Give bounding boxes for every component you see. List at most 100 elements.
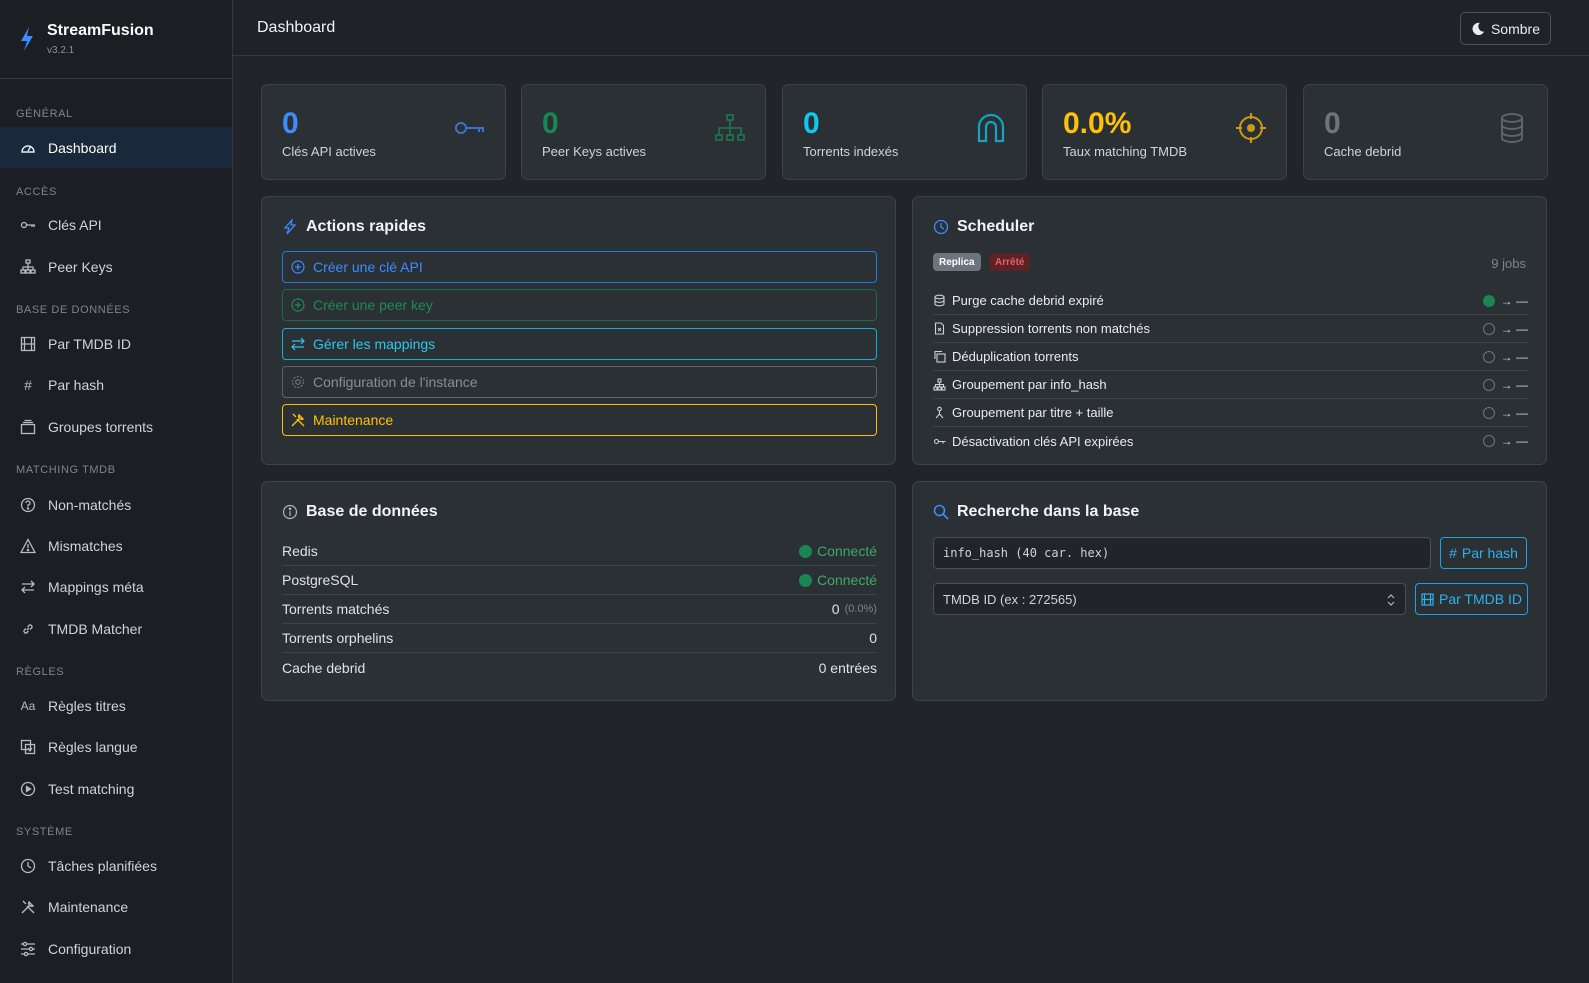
job-row[interactable]: Purge cache debrid expiré → — <box>933 287 1528 315</box>
sidebar-item-test-matching[interactable]: Test matching <box>0 768 232 809</box>
scheduler-title: Scheduler <box>933 218 1034 236</box>
db-row-label: Redis <box>282 543 318 559</box>
sidebar-item-label: Non-matchés <box>48 496 132 513</box>
brand[interactable]: StreamFusion v3.2.1 <box>0 0 232 79</box>
sidebar-item-regles-langue[interactable]: Règles langue <box>0 726 232 767</box>
instance-config-label: Configuration de l'instance <box>313 374 478 390</box>
search-title-text: Recherche dans la base <box>957 503 1140 520</box>
sidebar-item-label: Règles titres <box>48 697 126 714</box>
sidebar-item-maintenance[interactable]: Maintenance <box>0 886 232 927</box>
create-api-key-button[interactable]: Créer une clé API <box>282 251 877 283</box>
sidebar-item-peer-keys[interactable]: Peer Keys <box>0 246 232 287</box>
sidebar-item-regles-titres[interactable]: Aa Règles titres <box>0 685 232 726</box>
sidebar-item-label: Test matching <box>48 780 135 797</box>
dash-circle-icon <box>1482 322 1495 335</box>
job-status: → — <box>1482 293 1528 308</box>
question-circle-icon <box>20 497 36 513</box>
theme-toggle-button[interactable]: Sombre <box>1459 12 1551 45</box>
job-status: → — <box>1482 349 1528 364</box>
matched-count: 0 <box>831 601 840 617</box>
job-name: Groupement par titre + taille <box>952 405 1114 420</box>
sidebar-item-configuration[interactable]: Configuration <box>0 928 232 969</box>
db-row-value: 0 <box>869 630 877 646</box>
job-row[interactable]: Groupement par info_hash → — <box>933 371 1528 399</box>
sidebar-item-dashboard[interactable]: Dashboard <box>0 127 232 168</box>
stat-card-cache: 0 Cache debrid <box>1303 84 1548 180</box>
sidebar-item-taches[interactable]: Tâches planifiées <box>0 845 232 886</box>
plus-circle-icon <box>291 260 305 274</box>
warning-icon <box>20 537 36 554</box>
section-acces: ACCÈS <box>16 186 57 198</box>
job-row[interactable]: Déduplication torrents → — <box>933 343 1528 371</box>
job-next-run: → — <box>1500 349 1528 364</box>
hash-search-input[interactable]: info_hash (40 car. hex) <box>933 537 1431 569</box>
key-icon <box>20 217 36 233</box>
sidebar-item-mappings[interactable]: Mappings méta <box>0 566 232 607</box>
job-status: → — <box>1482 322 1528 336</box>
db-row-label: Torrents orphelins <box>282 630 394 646</box>
search-by-hash-button[interactable]: # Par hash <box>1440 537 1527 569</box>
file-x-icon <box>933 322 946 335</box>
stat-label: Torrents indexés <box>803 144 899 159</box>
sidebar-item-non-matches[interactable]: Non-matchés <box>0 484 232 525</box>
job-row[interactable]: Désactivation clés API expirées → — <box>933 427 1528 455</box>
manage-mappings-button[interactable]: Gérer les mappings <box>282 328 877 360</box>
film-icon <box>20 336 36 352</box>
dash-circle-icon <box>1482 378 1495 391</box>
sidebar-item-cles-api[interactable]: Clés API <box>0 204 232 245</box>
sidebar-item-label: Tâches planifiées <box>48 857 157 874</box>
job-next-run: → — <box>1500 293 1528 308</box>
scheduler-panel: Scheduler Replica Arrêté 9 jobs Purge ca… <box>912 196 1547 465</box>
instance-config-button[interactable]: Configuration de l'instance <box>282 366 877 398</box>
sidebar-item-mismatches[interactable]: Mismatches <box>0 525 232 566</box>
stat-value: 0 <box>542 107 559 140</box>
stat-label: Taux matching TMDB <box>1063 144 1188 159</box>
spinner-arrows-icon[interactable] <box>1387 593 1395 607</box>
sidebar-item-par-hash[interactable]: # Par hash <box>0 364 232 405</box>
network-icon <box>20 258 36 275</box>
search-by-tmdb-button[interactable]: Par TMDB ID <box>1415 583 1528 615</box>
db-row-value: Connecté <box>799 543 877 559</box>
sidebar-item-par-tmdb[interactable]: Par TMDB ID <box>0 323 232 364</box>
sidebar-item-tmdb-matcher[interactable]: TMDB Matcher <box>0 608 232 649</box>
job-row[interactable]: Groupement par titre + taille → — <box>933 399 1528 427</box>
sidebar-item-label: TMDB Matcher <box>48 620 143 637</box>
sidebar-item-groupes[interactable]: Groupes torrents <box>0 406 232 447</box>
section-regles: RÈGLES <box>16 666 65 678</box>
tmdb-id-input[interactable]: TMDB ID (ex : 272565) <box>933 583 1406 615</box>
link-icon <box>20 621 36 637</box>
job-name: Suppression torrents non matchés <box>952 321 1150 336</box>
database-panel: Base de données Redis Connecté PostgreSQ… <box>261 481 896 701</box>
sliders-icon <box>20 941 36 957</box>
maintenance-button[interactable]: Maintenance <box>282 404 877 436</box>
copy-icon <box>933 350 946 363</box>
collection-icon <box>20 419 36 435</box>
lightning-icon <box>283 219 297 235</box>
job-row[interactable]: Suppression torrents non matchés → — <box>933 315 1528 343</box>
create-peer-key-button[interactable]: Créer une peer key <box>282 289 877 321</box>
check-circle-icon <box>799 544 813 558</box>
section-matching: MATCHING TMDB <box>16 464 116 476</box>
arrow-left-right-icon <box>291 337 305 351</box>
network-icon <box>715 114 745 141</box>
stat-value: 0 <box>803 107 820 140</box>
database-title: Base de données <box>282 503 438 521</box>
search-by-tmdb-label: Par TMDB ID <box>1439 591 1522 607</box>
stat-label: Peer Keys actives <box>542 144 647 159</box>
stat-card-tmdb-rate: 0.0% Taux matching TMDB <box>1042 84 1287 180</box>
database-icon <box>1501 113 1523 143</box>
stat-value: 0 <box>282 107 299 140</box>
quick-actions-title-text: Actions rapides <box>306 218 427 235</box>
job-status: → — <box>1482 406 1528 420</box>
sidebar: StreamFusion v3.2.1 GÉNÉRAL Dashboard AC… <box>0 0 233 983</box>
brand-name: StreamFusion <box>47 22 154 39</box>
tools-icon <box>20 899 36 915</box>
quick-actions-title: Actions rapides <box>282 218 426 236</box>
db-row-matched: Torrents matchés 0 (0.0%) <box>282 595 877 624</box>
dash-circle-icon <box>1482 350 1495 363</box>
db-row-postgres: PostgreSQL Connecté <box>282 566 877 595</box>
stat-card-api-keys: 0 Clés API actives <box>261 84 506 180</box>
crosshair-icon <box>1236 113 1266 143</box>
page-title: Dashboard <box>257 19 336 36</box>
scheduler-title-text: Scheduler <box>957 218 1035 235</box>
